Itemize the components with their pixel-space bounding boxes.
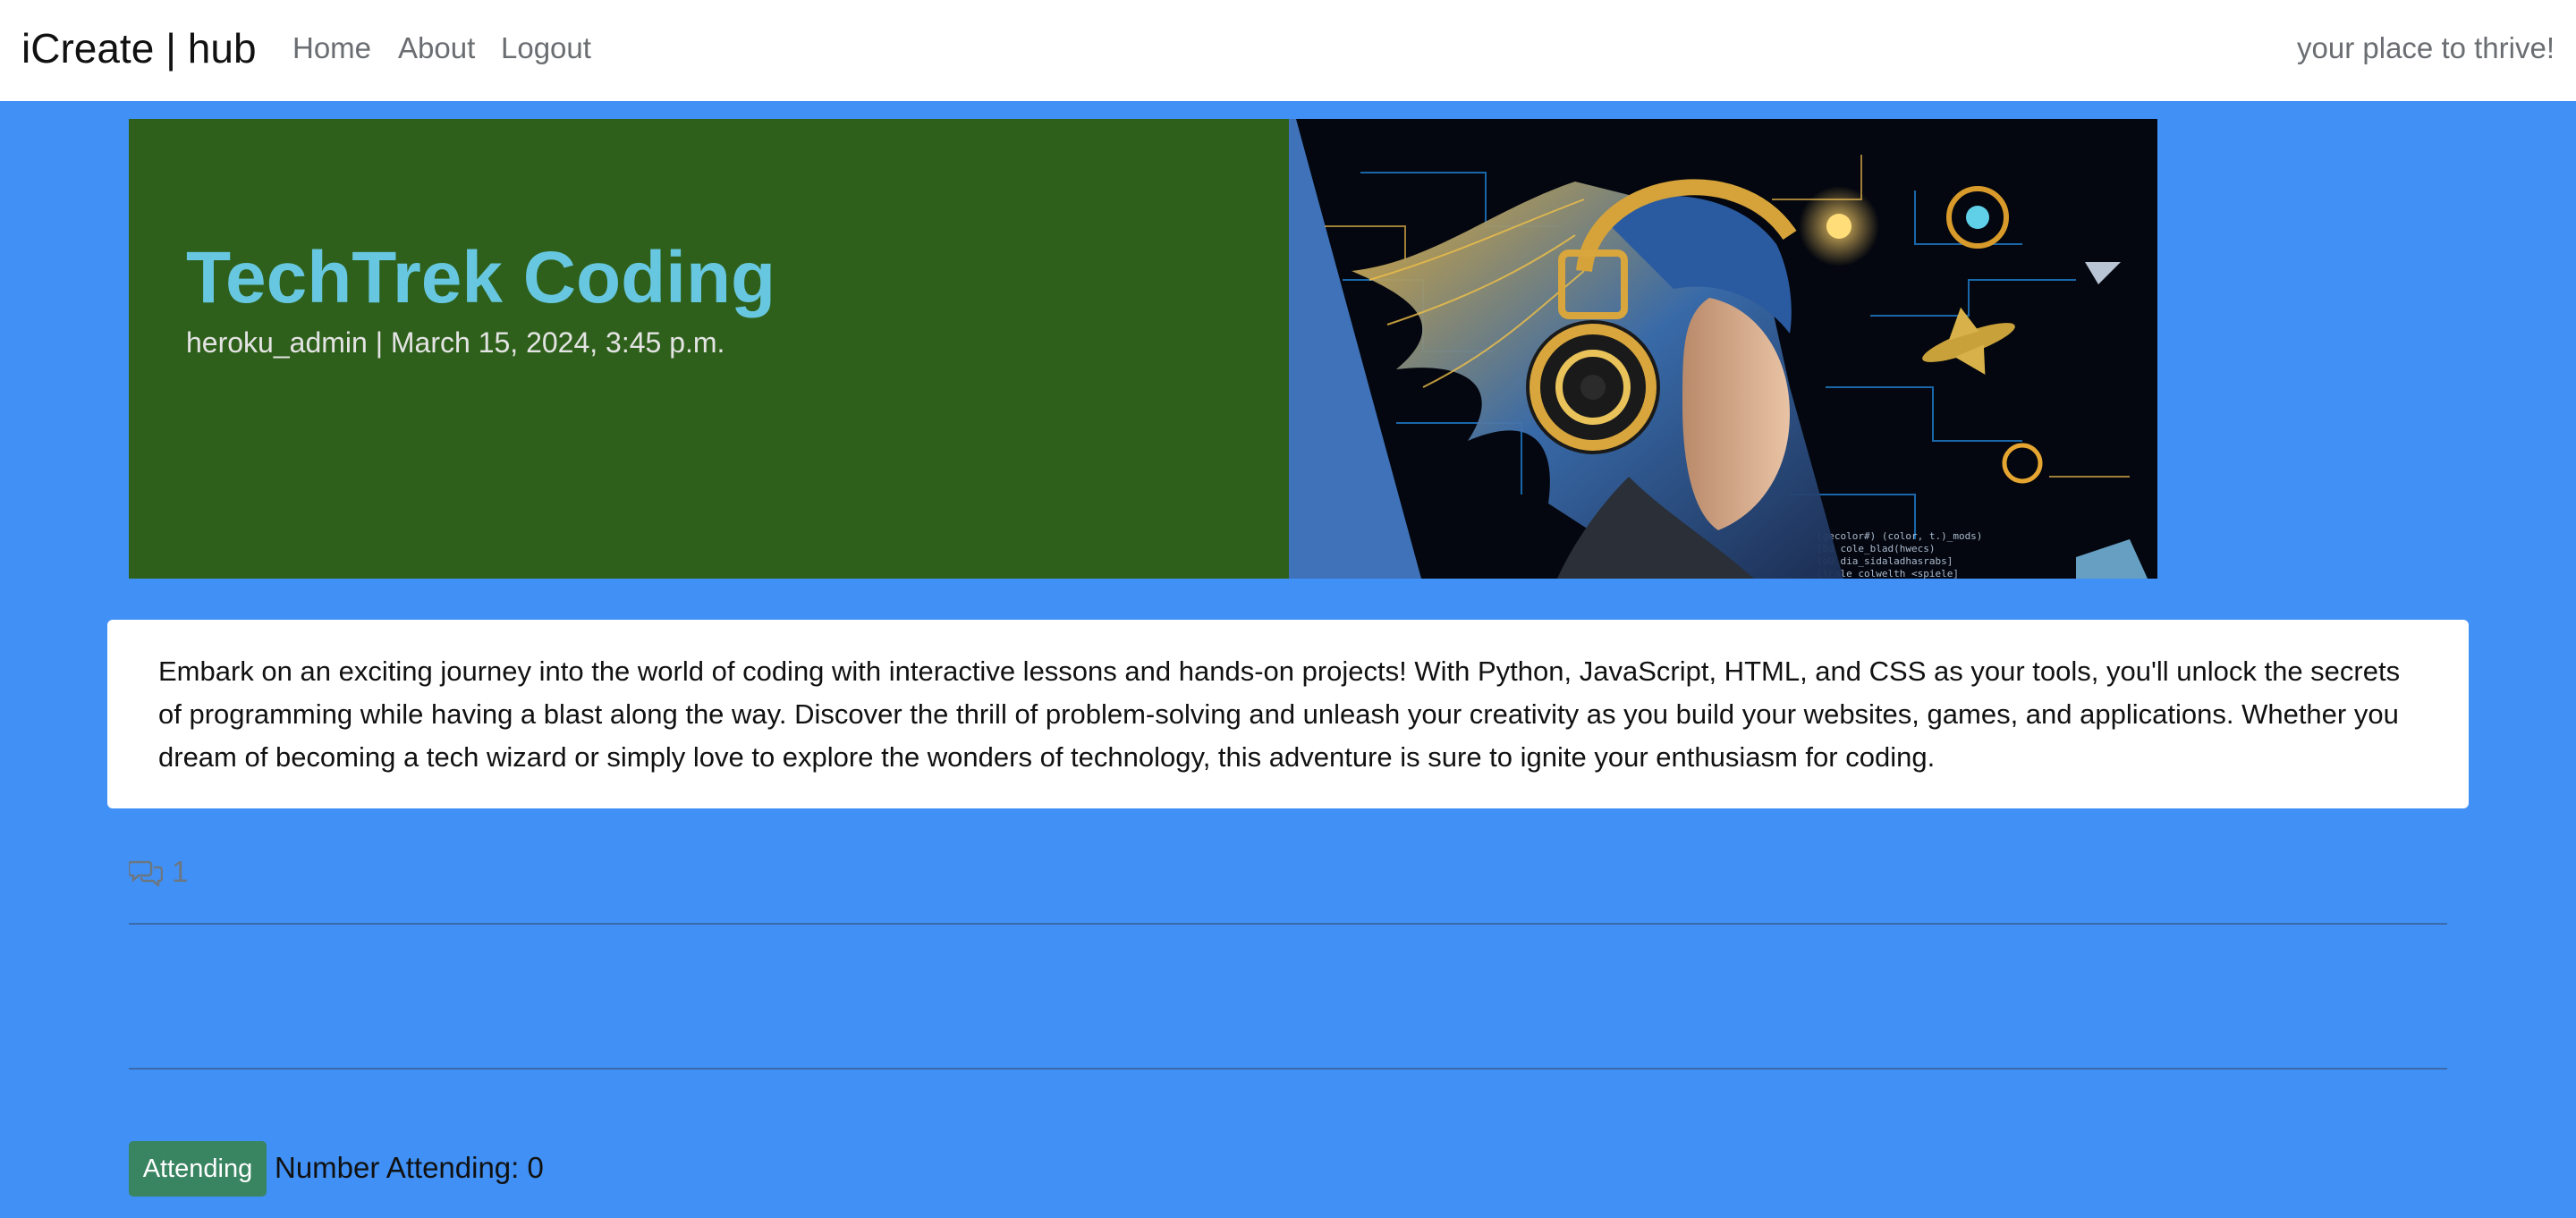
event-description: Embark on an exciting journey into the w… (158, 656, 2401, 773)
hero-text-panel: TechTrek Coding heroku_admin | March 15,… (129, 119, 1289, 579)
event-image: (gecolor#) (color, t.)_mods) [Bd cole_bl… (1289, 119, 2157, 579)
comments-count-value: 1 (172, 855, 189, 888)
event-hero: TechTrek Coding heroku_admin | March 15,… (129, 119, 2157, 579)
comments-count: 1 (129, 854, 188, 890)
nav-about-link[interactable]: About (398, 29, 475, 68)
nav-logout-link[interactable]: Logout (501, 29, 591, 68)
attending-count: Number Attending: 0 (275, 1151, 544, 1184)
divider (129, 923, 2447, 925)
divider (129, 1068, 2447, 1070)
attending-button[interactable]: Attending (129, 1141, 267, 1197)
coding-girl-headphones-illustration: (gecolor#) (color, t.)_mods) [Bd cole_bl… (1289, 119, 2157, 579)
tagline: your place to thrive! (2297, 31, 2555, 64)
nav-home-link[interactable]: Home (292, 29, 371, 68)
svg-text:(gecolor#) (color, t.)_mods): (gecolor#) (color, t.)_mods) (1817, 530, 1982, 542)
event-description-card: Embark on an exciting journey into the w… (107, 620, 2469, 808)
brand-logo[interactable]: iCreate | hub (21, 23, 257, 73)
event-meta: heroku_admin | March 15, 2024, 3:45 p.m. (186, 326, 725, 359)
comments-icon (129, 860, 163, 886)
event-title: TechTrek Coding (186, 237, 776, 318)
navbar: iCreate | hub Home About Logout your pla… (0, 0, 2576, 101)
